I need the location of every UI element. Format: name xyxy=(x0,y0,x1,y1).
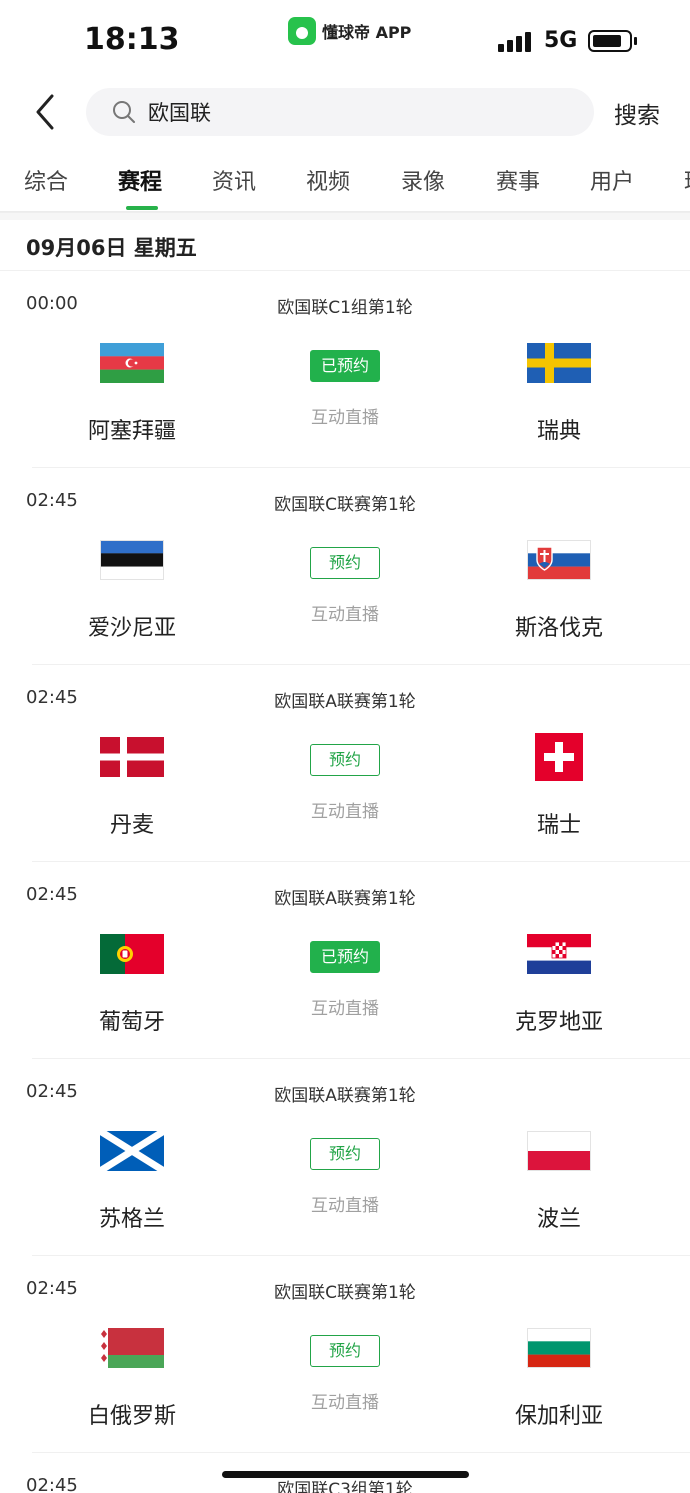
status-time: 18:13 xyxy=(84,22,180,57)
tab-bar: 综合 赛程 资讯 视频 录像 赛事 用户 球 xyxy=(0,150,690,212)
match-time: 02:45 xyxy=(26,490,78,511)
booking-button[interactable]: 已预约 xyxy=(310,941,380,973)
app-logo-icon xyxy=(288,17,316,45)
match-round: 欧国联A联赛第1轮 xyxy=(274,692,416,712)
match-time: 02:45 xyxy=(26,1081,78,1102)
sweden-flag-icon xyxy=(527,343,591,383)
tab-video[interactable]: 视频 xyxy=(306,164,350,196)
live-stream-label[interactable]: 互动直播 xyxy=(295,994,395,1019)
match-time: 02:45 xyxy=(26,1278,78,1299)
booking-button[interactable]: 预约 xyxy=(310,547,380,579)
search-bar[interactable] xyxy=(86,88,594,136)
battery-icon xyxy=(588,30,632,52)
search-button[interactable]: 搜索 xyxy=(614,96,660,130)
tab-team[interactable]: 球 xyxy=(684,164,690,196)
chevron-left-icon xyxy=(36,94,54,130)
live-stream-label[interactable]: 互动直播 xyxy=(295,1191,395,1216)
belarus-flag-icon xyxy=(100,1328,164,1368)
battery-cap xyxy=(634,37,637,45)
match-card[interactable]: 02:45 欧国联A联赛第1轮 预约 互动直播 丹麦 瑞士 xyxy=(0,665,690,862)
date-header: 09月06日 星期五 xyxy=(26,236,197,260)
booking-button[interactable]: 预约 xyxy=(310,1138,380,1170)
booking-button[interactable]: 预约 xyxy=(310,1335,380,1367)
booking-button[interactable]: 预约 xyxy=(310,744,380,776)
live-stream-label[interactable]: 互动直播 xyxy=(295,1388,395,1413)
home-indicator[interactable] xyxy=(222,1471,469,1478)
signal-icon xyxy=(498,30,534,52)
scotland-flag-icon xyxy=(100,1131,164,1171)
live-stream-label[interactable]: 互动直播 xyxy=(295,403,395,428)
match-card[interactable]: 02:45 欧国联A联赛第1轮 预约 互动直播 苏格兰 波兰 xyxy=(0,1059,690,1256)
tab-competition[interactable]: 赛事 xyxy=(496,164,540,196)
tab-users[interactable]: 用户 xyxy=(590,164,634,196)
search-icon xyxy=(113,101,135,123)
match-card[interactable]: 02:45 欧国联A联赛第1轮 已预约 互动直播 葡萄牙 克罗地亚 xyxy=(0,862,690,1059)
tab-news[interactable]: 资讯 xyxy=(212,164,256,196)
slovakia-flag-icon xyxy=(527,540,591,580)
away-team-name: 波兰 xyxy=(536,1207,581,1232)
network-type: 5G xyxy=(544,28,578,53)
away-team-name: 斯洛伐克 xyxy=(514,616,603,641)
home-team-name: 苏格兰 xyxy=(98,1207,165,1232)
home-team-name: 爱沙尼亚 xyxy=(87,616,176,641)
match-round: 欧国联C联赛第1轮 xyxy=(274,495,416,515)
away-team-name: 保加利亚 xyxy=(514,1404,603,1429)
home-team-name: 白俄罗斯 xyxy=(87,1404,176,1429)
match-card[interactable]: 00:00 欧国联C1组第1轮 已预约 互动直播 阿塞拜疆 瑞典 xyxy=(0,271,690,468)
away-team-name: 克罗地亚 xyxy=(514,1010,603,1035)
match-round: 欧国联C联赛第1轮 xyxy=(274,1283,416,1303)
match-time: 02:45 xyxy=(26,1475,78,1493)
estonia-flag-icon xyxy=(100,540,164,580)
match-round: 欧国联C1组第1轮 xyxy=(277,298,413,318)
match-time: 02:45 xyxy=(26,687,78,708)
match-round: 欧国联A联赛第1轮 xyxy=(274,1086,416,1106)
match-time: 00:00 xyxy=(26,293,78,314)
live-stream-label[interactable]: 互动直播 xyxy=(295,797,395,822)
match-card[interactable]: 02:45 欧国联C联赛第1轮 预约 互动直播 白俄罗斯 保加利亚 xyxy=(0,1256,690,1453)
app-badge: 懂球帝 APP xyxy=(288,17,411,45)
switzerland-flag-icon xyxy=(535,733,583,781)
away-team-name: 瑞典 xyxy=(536,419,581,444)
tab-schedule[interactable]: 赛程 xyxy=(118,164,162,196)
tab-all[interactable]: 综合 xyxy=(24,164,68,196)
home-team-name: 葡萄牙 xyxy=(98,1010,165,1035)
back-button[interactable] xyxy=(28,92,64,132)
azerbaijan-flag-icon xyxy=(100,343,164,383)
status-bar: 18:13 懂球帝 APP 5G xyxy=(0,0,690,80)
home-team-name: 阿塞拜疆 xyxy=(87,419,176,444)
away-team-name: 瑞士 xyxy=(536,813,581,838)
search-input[interactable] xyxy=(148,96,568,128)
section-gap xyxy=(0,212,690,220)
app-badge-label: 懂球帝 APP xyxy=(322,23,412,42)
match-round: 欧国联A联赛第1轮 xyxy=(274,889,416,909)
home-team-name: 丹麦 xyxy=(109,813,154,838)
bulgaria-flag-icon xyxy=(527,1328,591,1368)
match-time: 02:45 xyxy=(26,884,78,905)
live-stream-label[interactable]: 互动直播 xyxy=(295,600,395,625)
denmark-flag-icon xyxy=(100,737,164,777)
poland-flag-icon xyxy=(527,1131,591,1171)
croatia-flag-icon xyxy=(527,934,591,974)
tab-replay[interactable]: 录像 xyxy=(401,164,445,196)
active-tab-indicator xyxy=(126,206,158,210)
booking-button[interactable]: 已预约 xyxy=(310,350,380,382)
match-card[interactable]: 02:45 欧国联C联赛第1轮 预约 互动直播 爱沙尼亚 斯洛伐克 xyxy=(0,468,690,665)
portugal-flag-icon xyxy=(100,934,164,974)
